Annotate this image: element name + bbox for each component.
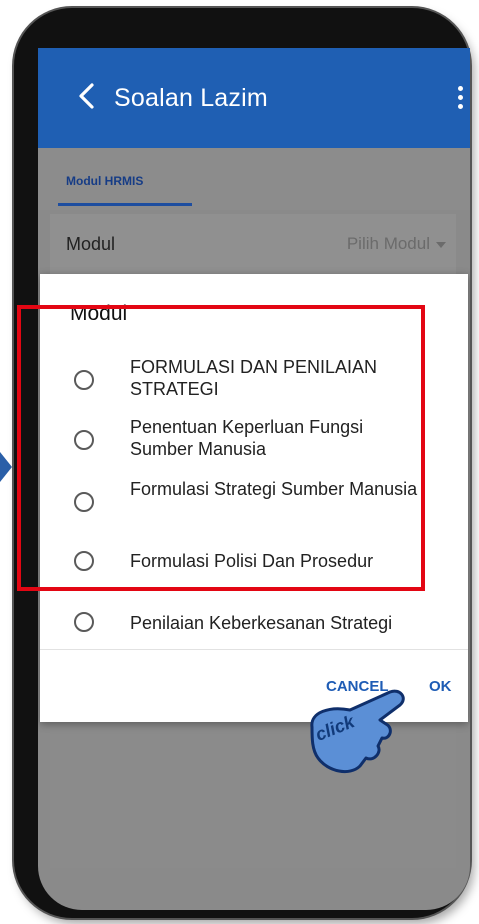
ok-button[interactable]: OK bbox=[429, 678, 452, 695]
tab-bar: Modul HRMIS bbox=[38, 148, 470, 210]
arrow-pointer-icon bbox=[0, 452, 12, 482]
highlight-box bbox=[17, 305, 425, 591]
radio-button[interactable] bbox=[74, 612, 94, 632]
more-options-icon[interactable] bbox=[458, 86, 466, 112]
divider bbox=[40, 649, 468, 650]
modul-placeholder: Pilih Modul bbox=[346, 234, 430, 253]
modul-field-label: Modul bbox=[66, 234, 116, 254]
modul-select-row[interactable]: Modul Pilih Modul bbox=[50, 214, 456, 274]
tab-modul-hrmis[interactable]: Modul HRMIS bbox=[66, 174, 143, 188]
page-title: Soalan Lazim bbox=[114, 84, 268, 112]
modul-dropdown[interactable]: Pilih Modul bbox=[347, 234, 446, 254]
app-bar: Soalan Lazim bbox=[38, 48, 470, 148]
tab-indicator bbox=[58, 203, 192, 206]
back-arrow-icon[interactable] bbox=[74, 82, 98, 110]
caret-down-icon bbox=[436, 241, 446, 248]
option-label: Penilaian Keberkesanan Strategi bbox=[130, 613, 393, 633]
